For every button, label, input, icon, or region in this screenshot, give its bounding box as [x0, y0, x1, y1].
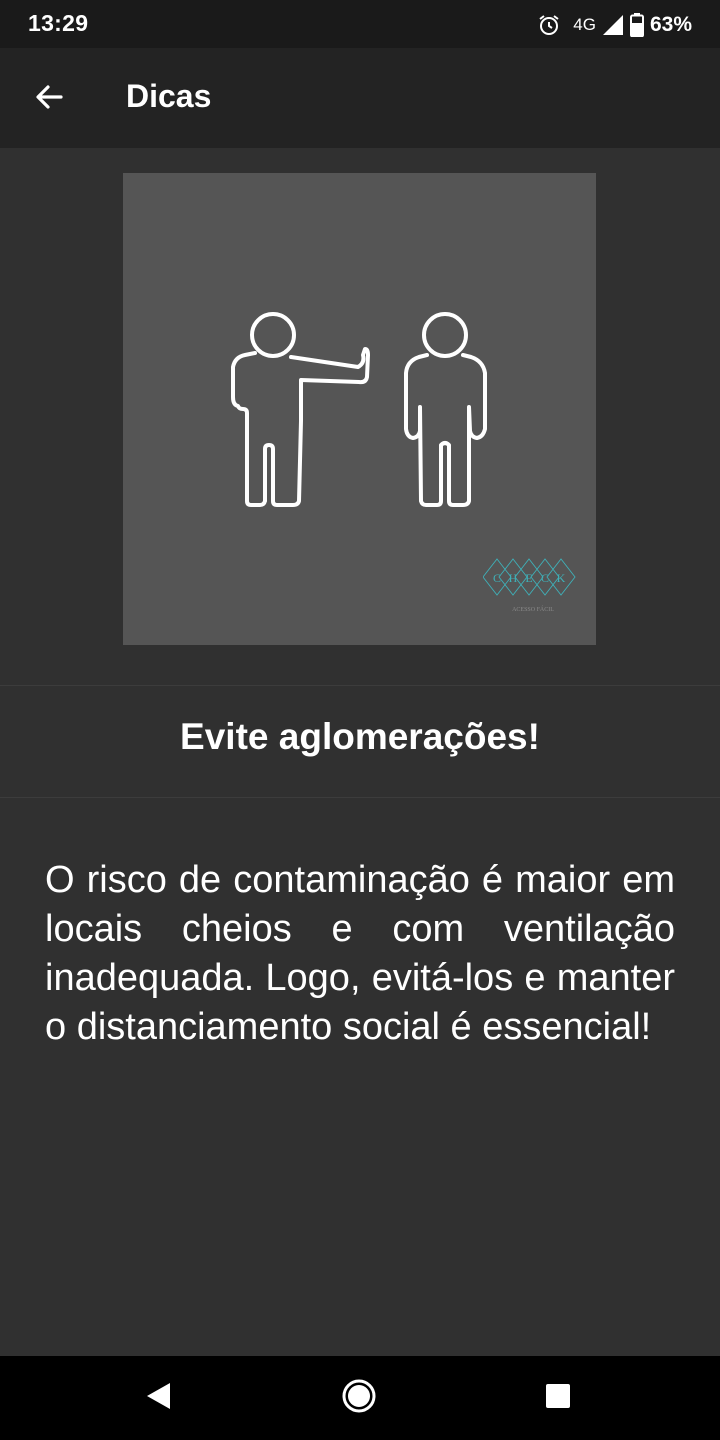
logo-letter: E [525, 571, 532, 585]
divider [0, 685, 720, 686]
tip-body: O risco de contaminação é maior em locai… [45, 859, 675, 1048]
arrow-back-icon [33, 81, 65, 118]
logo-letter: C [541, 571, 549, 585]
alarm-icon [537, 13, 561, 37]
status-time: 13:29 [28, 10, 89, 36]
check-logo: C H E C K ACESSO FÁCIL [482, 545, 583, 617]
divider [0, 797, 720, 798]
logo-letter: H [509, 571, 518, 585]
logo-letter: C [493, 571, 501, 585]
nav-recents-button[interactable] [528, 1368, 588, 1428]
signal-icon [602, 14, 624, 36]
battery-icon [629, 13, 644, 37]
nav-home-button[interactable] [329, 1368, 389, 1428]
system-nav-bar [0, 1356, 720, 1440]
recents-square-icon [545, 1383, 571, 1414]
tip-image: C H E C K ACESSO FÁCIL [123, 173, 596, 645]
network-type: 4G [573, 15, 596, 34]
back-button[interactable] [22, 72, 76, 126]
logo-caption: ACESSO FÁCIL [512, 605, 554, 613]
status-indicators: 4G 63% [537, 10, 692, 40]
status-bar: 13:29 4G 63% [0, 0, 720, 48]
logo-letter: K [557, 571, 566, 585]
page-title: Dicas [126, 78, 212, 114]
nav-back-button[interactable] [128, 1368, 188, 1428]
home-circle-icon [342, 1379, 376, 1418]
tip-heading: Evite aglomerações! [180, 716, 540, 757]
battery-percent: 63% [649, 13, 692, 36]
app-bar: Dicas [0, 48, 720, 148]
back-triangle-icon [144, 1381, 172, 1416]
